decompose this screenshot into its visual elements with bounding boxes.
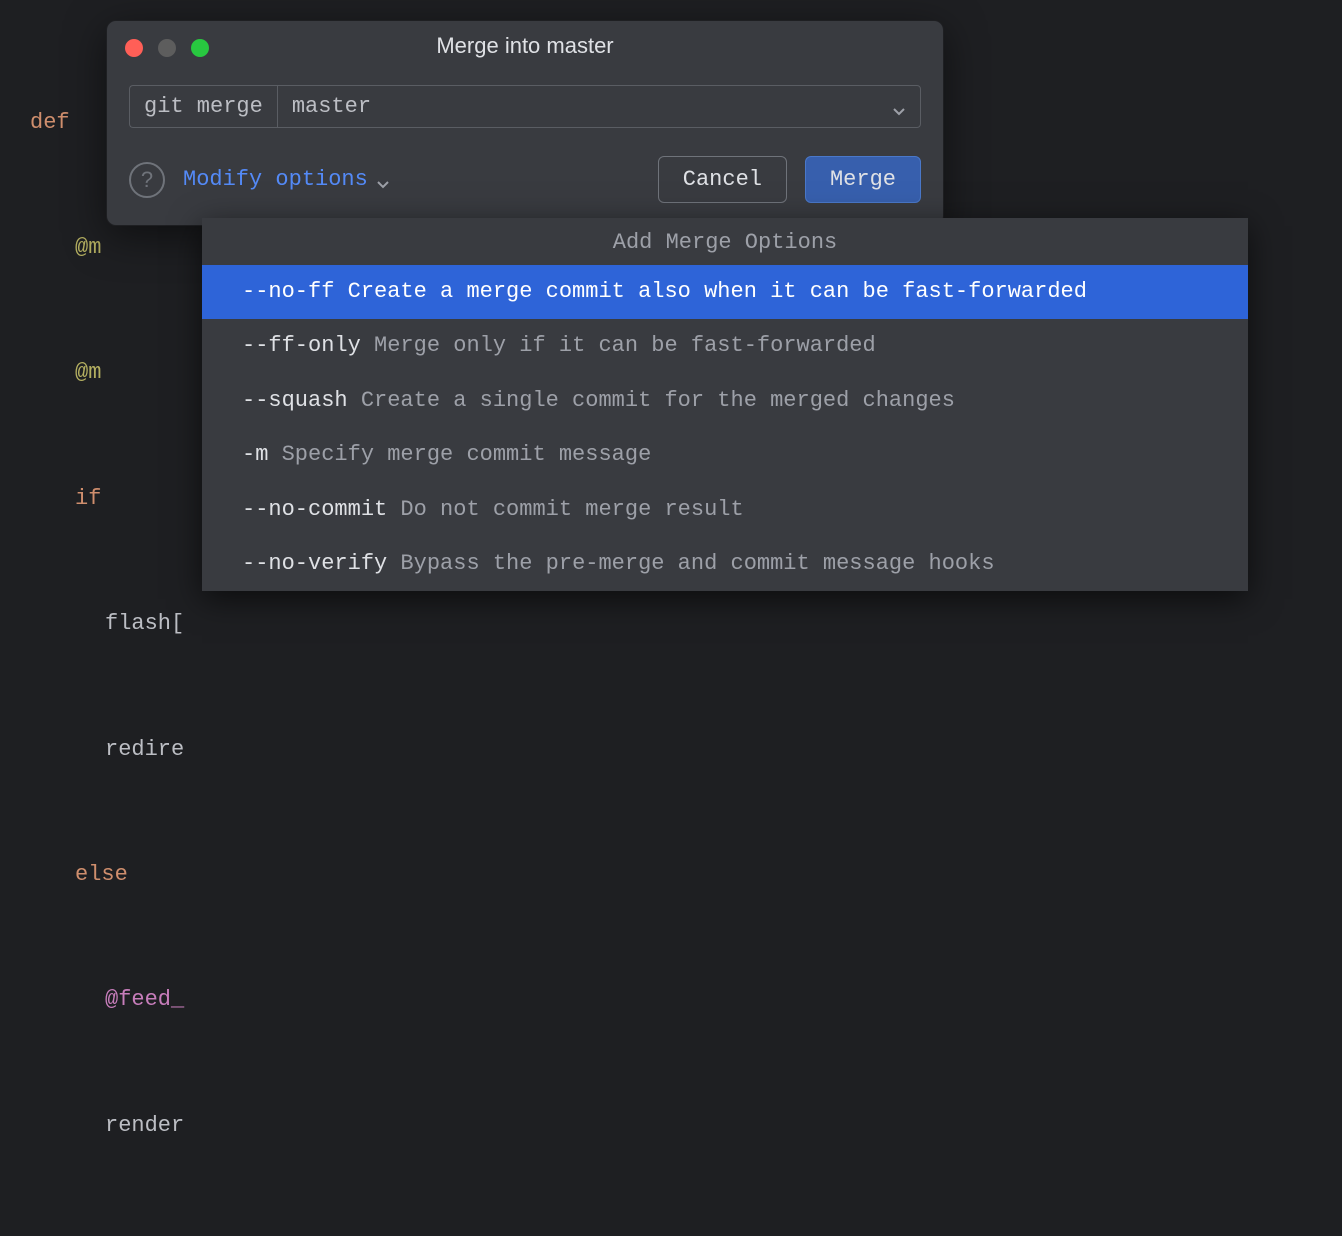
close-icon[interactable] <box>125 39 143 57</box>
dropdown-item[interactable]: --ff-only Merge only if it can be fast-f… <box>202 319 1248 373</box>
branch-select[interactable]: master <box>277 85 921 128</box>
keyword-else: else <box>75 862 128 887</box>
option-flag: --ff-only <box>242 333 361 358</box>
option-description: Bypass the pre-merge and commit message … <box>387 551 994 576</box>
code-render: render <box>105 1113 184 1138</box>
minimize-icon[interactable] <box>158 39 176 57</box>
option-flag: --no-verify <box>242 551 387 576</box>
dropdown-item[interactable]: --no-ff Create a merge commit also when … <box>202 265 1248 319</box>
option-flag: --no-commit <box>242 497 387 522</box>
command-input-row: git merge master <box>129 85 921 128</box>
merge-dialog: Merge into master git merge master ? Mod… <box>106 20 944 226</box>
dialog-controls: ? Modify options Cancel Merge <box>129 156 921 203</box>
option-description: Create a single commit for the merged ch… <box>348 388 955 413</box>
option-description: Merge only if it can be fast-forwarded <box>361 333 876 358</box>
merge-button[interactable]: Merge <box>805 156 921 203</box>
code-flash: flash[ <box>105 611 184 636</box>
decorator: @m <box>75 360 101 385</box>
code-redirect: redire <box>105 737 184 762</box>
modify-options-label: Modify options <box>183 167 368 192</box>
option-flag: --no-ff <box>242 279 334 304</box>
keyword-if: if <box>75 486 101 511</box>
window-controls <box>125 39 209 57</box>
branch-value: master <box>292 94 371 119</box>
code-feed: @feed_ <box>105 987 184 1012</box>
dropdown-item[interactable]: -m Specify merge commit message <box>202 428 1248 482</box>
dropdown-header: Add Merge Options <box>202 218 1248 265</box>
dialog-title: Merge into master <box>123 33 927 59</box>
option-flag: -m <box>242 442 268 467</box>
option-flag: --squash <box>242 388 348 413</box>
dialog-body: git merge master ? Modify options Cancel… <box>107 67 943 225</box>
git-command-label: git merge <box>129 85 277 128</box>
dropdown-item[interactable]: --no-commit Do not commit merge result <box>202 483 1248 537</box>
maximize-icon[interactable] <box>191 39 209 57</box>
modify-options-link[interactable]: Modify options <box>183 167 390 192</box>
dialog-titlebar[interactable]: Merge into master <box>107 21 943 67</box>
cancel-button[interactable]: Cancel <box>658 156 787 203</box>
option-description: Specify merge commit message <box>268 442 651 467</box>
dropdown-list: --no-ff Create a merge commit also when … <box>202 265 1248 591</box>
decorator: @m <box>75 235 101 260</box>
help-button[interactable]: ? <box>129 162 165 198</box>
chevron-down-icon <box>376 173 390 187</box>
option-description: Do not commit merge result <box>387 497 743 522</box>
keyword-def: def <box>30 110 70 135</box>
merge-options-dropdown: Add Merge Options --no-ff Create a merge… <box>202 218 1248 591</box>
chevron-down-icon <box>892 100 906 114</box>
dropdown-item[interactable]: --squash Create a single commit for the … <box>202 374 1248 428</box>
dropdown-item[interactable]: --no-verify Bypass the pre-merge and com… <box>202 537 1248 591</box>
option-description: Create a merge commit also when it can b… <box>334 279 1087 304</box>
